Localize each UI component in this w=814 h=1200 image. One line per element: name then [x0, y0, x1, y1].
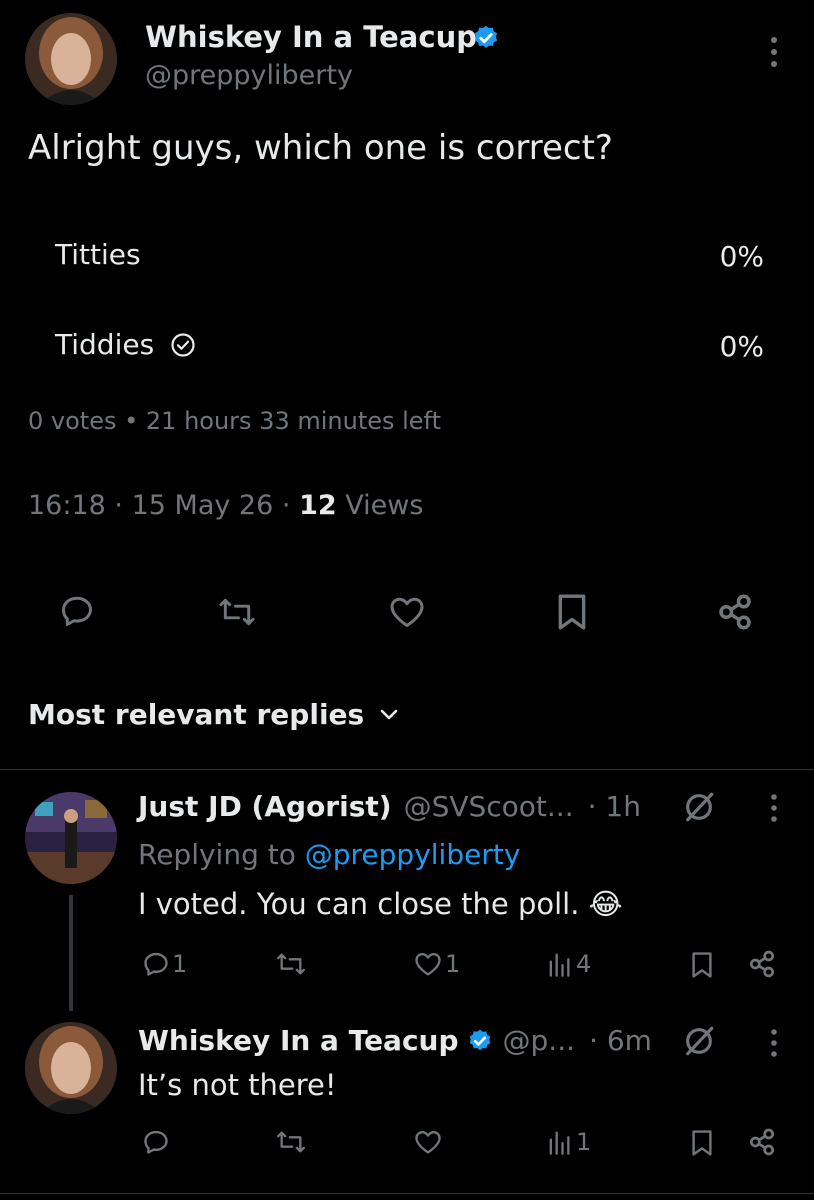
replying-to-label: Replying to — [138, 838, 296, 871]
reply-author-handle[interactable]: @SVScoot... — [404, 790, 574, 823]
reply-retweet-button[interactable] — [275, 950, 307, 978]
like-icon[interactable] — [387, 594, 427, 630]
share-icon[interactable] — [746, 948, 778, 980]
tweet-date[interactable]: 15 May 26 — [132, 490, 274, 521]
like-count: 1 — [445, 950, 461, 978]
reply-text: It’s not there! — [138, 1068, 337, 1102]
reply-views-button[interactable]: 1 — [546, 1128, 591, 1156]
views-icon — [546, 950, 572, 978]
more-icon[interactable] — [766, 35, 782, 69]
reply-reply-button[interactable] — [142, 1128, 170, 1156]
verified-badge-icon — [467, 1028, 493, 1054]
reply-reply-button[interactable]: 1 — [142, 950, 187, 978]
check-circle-icon — [170, 332, 196, 358]
poll-option-label: Titties — [55, 238, 141, 271]
reply-views-button[interactable]: 4 — [546, 950, 591, 978]
tweet-time[interactable]: 16:18 — [28, 490, 106, 521]
poll-option-1[interactable]: Titties — [55, 238, 141, 271]
reply-time[interactable]: · 6m — [589, 1024, 652, 1057]
reply-avatar[interactable] — [25, 1022, 117, 1114]
replying-to-handle[interactable]: @preppyliberty — [305, 838, 521, 871]
thread-line — [69, 895, 73, 1011]
reply-like-button[interactable]: 1 — [413, 950, 460, 978]
reply-author-handle[interactable]: @p... — [503, 1024, 575, 1057]
grok-icon[interactable] — [682, 1024, 716, 1058]
meta-dot: · — [114, 490, 123, 521]
view-count: 4 — [576, 950, 592, 978]
reply-header: Whiskey In a Teacup @p... · 6m — [138, 1024, 652, 1057]
replies-sort-dropdown[interactable]: Most relevant replies — [28, 698, 400, 731]
poll-option-2[interactable]: Tiddies — [55, 328, 196, 361]
reply-author-name[interactable]: Whiskey In a Teacup — [138, 1024, 459, 1057]
laughing-emoji: 😂 — [588, 887, 623, 921]
more-icon[interactable] — [767, 1028, 781, 1058]
retweet-icon — [275, 950, 307, 978]
reply-author-name[interactable]: Just JD (Agorist) — [138, 790, 392, 823]
like-icon — [413, 950, 443, 978]
reply-icon — [142, 950, 170, 978]
reply-header: Just JD (Agorist) @SVScoot... · 1h — [138, 790, 641, 823]
reply-avatar[interactable] — [25, 792, 117, 884]
retweet-icon[interactable] — [218, 594, 256, 630]
divider — [0, 1193, 814, 1194]
author-avatar[interactable] — [25, 13, 117, 105]
bookmark-icon[interactable] — [555, 592, 589, 632]
author-handle[interactable]: @preppyliberty — [145, 60, 353, 91]
reply-icon[interactable] — [59, 593, 95, 629]
reply-icon — [142, 1128, 170, 1156]
share-icon[interactable] — [714, 591, 756, 633]
divider — [0, 769, 814, 770]
replying-to: Replying to @preppyliberty — [138, 838, 520, 871]
more-icon[interactable] — [767, 793, 781, 823]
retweet-icon — [275, 1128, 307, 1156]
reply-retweet-button[interactable] — [275, 1128, 307, 1156]
reply-like-button[interactable] — [413, 1128, 443, 1156]
reply-time[interactable]: · 1h — [588, 790, 641, 823]
poll-time-left: 21 hours 33 minutes left — [145, 407, 441, 435]
bookmark-icon[interactable] — [690, 950, 714, 980]
reply-count: 1 — [172, 950, 188, 978]
grok-icon[interactable] — [682, 790, 716, 824]
chevron-down-icon — [378, 707, 400, 723]
views-label[interactable]: Views — [345, 490, 423, 521]
views-count: 12 — [299, 490, 337, 521]
reply-text: I voted. You can close the poll. 😂 — [138, 887, 623, 921]
poll-option-label: Tiddies — [55, 328, 155, 361]
share-icon[interactable] — [746, 1126, 778, 1158]
views-icon — [546, 1128, 572, 1156]
poll-separator: • — [124, 407, 139, 435]
like-icon — [413, 1128, 443, 1156]
bookmark-icon[interactable] — [690, 1128, 714, 1158]
replies-sort-label: Most relevant replies — [28, 698, 365, 731]
poll-meta: 0 votes • 21 hours 33 minutes left — [28, 407, 441, 435]
view-count: 1 — [576, 1128, 592, 1156]
poll-option-percent: 0% — [719, 330, 764, 363]
poll-votes: 0 votes — [28, 407, 117, 435]
poll-option-percent: 0% — [719, 240, 764, 273]
tweet-meta: 16:18 · 15 May 26 · 12 Views — [28, 490, 423, 521]
verified-badge-icon — [472, 24, 500, 52]
reply-text-content: I voted. You can close the poll. — [138, 887, 580, 921]
author-name[interactable]: Whiskey In a Teacup — [145, 20, 477, 54]
tweet-text: Alright guys, which one is correct? — [28, 128, 613, 168]
meta-dot: · — [281, 490, 291, 521]
